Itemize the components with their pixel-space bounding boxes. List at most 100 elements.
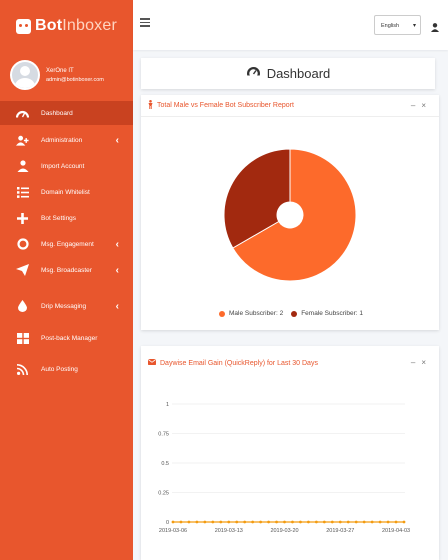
x-tick-label: 2019-03-20: [270, 528, 298, 534]
pie-chart: [223, 148, 357, 282]
data-point[interactable]: [330, 520, 334, 524]
card-title: Total Male vs Female Bot Subscriber Repo…: [157, 102, 294, 109]
data-point[interactable]: [338, 520, 342, 524]
data-point[interactable]: [354, 520, 358, 524]
y-tick-label: 0.25: [158, 491, 169, 497]
legend-swatch-female: [291, 310, 298, 317]
y-tick-label: 1: [166, 402, 169, 408]
x-tick-label: 2019-03-06: [159, 528, 187, 534]
language-selected: English: [381, 23, 400, 29]
sidebar-item-bot-settings[interactable]: Bot Settings: [0, 206, 133, 230]
user-email: admin@botinboxer.com: [46, 76, 104, 83]
robot-icon: [15, 18, 31, 34]
sidebar-item-msg-engagement[interactable]: Msg. Engagement ‹: [0, 232, 133, 256]
card-title: Daywise Email Gain (QuickReply) for Last…: [160, 359, 318, 367]
data-point[interactable]: [378, 520, 382, 524]
card-header: Daywise Email Gain (QuickReply) for Last…: [141, 346, 439, 380]
data-point[interactable]: [235, 520, 239, 524]
data-point[interactable]: [322, 520, 326, 524]
sidebar-item-label: Import Account: [41, 162, 85, 170]
data-point[interactable]: [299, 520, 302, 524]
data-point[interactable]: [211, 520, 215, 524]
list-icon: [16, 186, 29, 199]
pie-legend: Male Subscriber: 2 Female Subscriber: 1: [211, 310, 363, 317]
dashboard-icon: [16, 107, 29, 120]
avatar[interactable]: [10, 60, 40, 90]
topbar: English ▾: [133, 0, 448, 50]
data-point[interactable]: [219, 520, 223, 524]
data-point[interactable]: [370, 520, 374, 524]
data-point[interactable]: [203, 520, 207, 524]
sidebar-item-label: Administration: [41, 136, 83, 144]
user-panel: XerOne IT admin@botinboxer.com: [0, 52, 133, 98]
sidebar-item-label: Auto Posting: [41, 365, 78, 373]
card-header: Total Male vs Female Bot Subscriber Repo…: [141, 95, 439, 117]
data-point[interactable]: [227, 520, 231, 524]
sidebar-item-label: Msg. Broadcaster: [41, 266, 92, 274]
import-icon: [16, 160, 29, 173]
droplet-icon: [16, 300, 29, 313]
sidebar-item-label: Dashboard: [41, 109, 73, 117]
data-point[interactable]: [314, 520, 318, 524]
sidebar-item-drip-messaging[interactable]: Drip Messaging ‹: [0, 294, 133, 318]
y-tick-label: 0.75: [158, 432, 169, 438]
data-point[interactable]: [195, 520, 199, 524]
brand-name-a: Bot: [34, 17, 63, 34]
data-point[interactable]: [187, 520, 191, 524]
data-point[interactable]: [259, 520, 263, 524]
user-icon[interactable]: [431, 19, 439, 32]
data-point[interactable]: [362, 520, 366, 524]
brand-logo[interactable]: Bot Inboxer: [0, 0, 133, 52]
sidebar-item-postback-manager[interactable]: Post-back Manager: [0, 326, 133, 350]
grid-icon: [16, 332, 29, 345]
plus-icon: [16, 212, 29, 225]
paper-plane-icon: [16, 264, 29, 277]
data-point[interactable]: [171, 520, 175, 524]
legend-label-male: Male Subscriber: 2: [229, 310, 284, 317]
data-point[interactable]: [179, 520, 183, 524]
chevron-left-icon: ‹: [115, 300, 119, 312]
language-select[interactable]: English ▾: [374, 15, 421, 35]
close-icon[interactable]: ×: [421, 358, 432, 367]
dashboard-icon: [245, 66, 261, 82]
data-point[interactable]: [346, 520, 350, 524]
sidebar-item-label: Post-back Manager: [41, 334, 98, 342]
legend-swatch-male: [219, 310, 225, 317]
sidebar-item-auto-posting[interactable]: Auto Posting: [0, 357, 133, 381]
data-point[interactable]: [386, 520, 390, 524]
sidebar-item-label: Bot Settings: [41, 214, 77, 222]
data-point[interactable]: [275, 520, 278, 524]
data-point[interactable]: [291, 520, 294, 524]
sidebar-item-domain-whitelist[interactable]: Domain Whitelist: [0, 180, 133, 204]
hamburger-menu-icon[interactable]: [140, 18, 150, 27]
data-point[interactable]: [394, 520, 398, 524]
close-icon[interactable]: ×: [421, 101, 432, 110]
sidebar-item-msg-broadcaster[interactable]: Msg. Broadcaster ‹: [0, 258, 133, 282]
rss-icon: [16, 363, 29, 376]
caret-down-icon: ▾: [412, 23, 416, 29]
life-ring-icon: [16, 238, 29, 251]
brand-name-b: Inboxer: [62, 17, 118, 34]
female-icon: [148, 100, 153, 111]
page-title: Dashboard: [266, 66, 331, 81]
data-point[interactable]: [251, 520, 255, 524]
user-name: XerOne IT: [46, 67, 74, 74]
sidebar-item-dashboard[interactable]: Dashboard: [0, 101, 133, 125]
chevron-left-icon: ‹: [115, 264, 119, 276]
envelope-icon: [148, 359, 156, 367]
chevron-left-icon: ‹: [115, 134, 119, 146]
sidebar-item-label: Drip Messaging: [41, 302, 87, 310]
data-point[interactable]: [267, 520, 270, 524]
minimize-icon[interactable]: –: [411, 101, 421, 110]
x-tick-label: 2019-04-03: [382, 528, 410, 534]
sidebar: Bot Inboxer XerOne IT admin@botinboxer.co…: [0, 0, 133, 560]
data-point[interactable]: [243, 520, 247, 524]
sidebar-item-import-account[interactable]: Import Account: [0, 154, 133, 178]
data-point[interactable]: [283, 520, 286, 524]
y-tick-label: 0: [166, 520, 169, 526]
data-point[interactable]: [307, 520, 310, 524]
minimize-icon[interactable]: –: [411, 358, 421, 367]
sidebar-item-administration[interactable]: Administration ‹: [0, 128, 133, 152]
user-plus-icon: [16, 134, 29, 147]
data-point[interactable]: [402, 520, 406, 524]
